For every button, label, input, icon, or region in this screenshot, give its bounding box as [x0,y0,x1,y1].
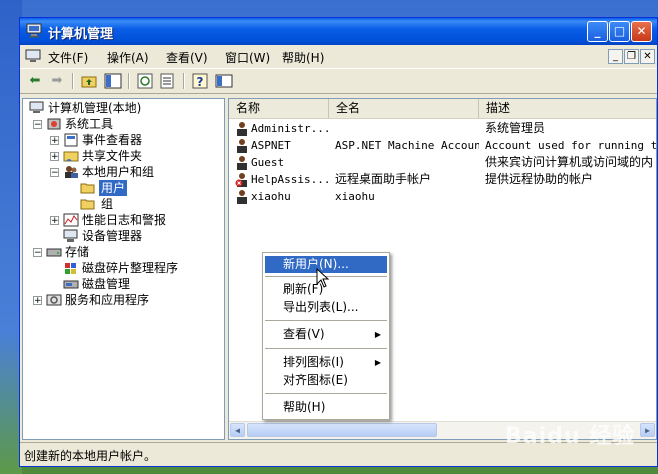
folder-open-icon [80,183,95,194]
table-row[interactable]: xiaohu xiaohu [229,188,656,205]
back-arrow-icon[interactable]: ⬅ [26,72,44,90]
folder-icon [80,199,95,210]
device-manager-icon [63,229,78,242]
status-text: 创建新的本地用户帐户。 [24,449,157,463]
submenu-arrow-icon: ▶ [374,330,381,339]
tree-node-computer-management[interactable]: 计算机管理(本地) [29,100,219,116]
maximize-button[interactable]: □ [609,21,630,42]
tree-node-system-tools[interactable]: 系统工具 [46,116,206,132]
refresh-icon[interactable] [136,72,154,90]
show-hide-tree-icon[interactable] [104,72,122,90]
tree-node-disk-defragmenter[interactable]: 磁盘碎片整理程序 [63,260,223,276]
table-row[interactable]: Administr... 系统管理员 [229,120,656,137]
properties-icon[interactable] [215,72,233,90]
submenu-arrow-icon: ▶ [374,358,381,367]
export-list-icon[interactable] [159,72,177,90]
menu-window[interactable]: 窗口(W) [225,49,270,66]
minimize-icon: _ [594,24,601,38]
expander-minus[interactable]: − [33,120,42,130]
title-bar[interactable]: 计算机管理 _ □ ✕ [20,18,657,45]
users-group-icon [65,166,78,178]
expander-minus[interactable]: − [50,168,59,178]
tree-node-services-applications[interactable]: 服务和应用程序 [46,292,216,308]
scroll-right-button[interactable]: ▶ [640,423,655,437]
tree-node-local-users-groups[interactable]: 本地用户和组 [63,164,213,180]
menu-separator [265,348,387,349]
menu-item-view[interactable]: 查看(V) ▶ [265,326,387,343]
baidu-watermark: Baidu 经验 [505,424,636,449]
close-icon: ✕ [636,24,647,38]
minimize-button[interactable]: _ [587,21,608,42]
maximize-icon: □ [613,24,626,38]
window-title: 计算机管理 [48,27,114,42]
expander-plus[interactable]: + [50,216,59,226]
services-icon [46,294,62,306]
tree-node-shared-folders[interactable]: 共享文件夹 [63,148,213,164]
table-row[interactable]: ASPNET ASP.NET Machine Account Account u… [229,137,656,154]
mdi-close-button[interactable]: ✕ [640,49,655,64]
column-header-name[interactable]: 名称 [229,99,329,118]
performance-icon [63,213,79,227]
tree-node-event-viewer[interactable]: 事件查看器 [63,132,213,148]
menu-bar: 文件(F) 操作(A) 查看(V) 窗口(W) 帮助(H) _ ❐ ✕ [20,46,657,67]
mdi-controls: _ ❐ ✕ [607,48,655,64]
event-viewer-icon [64,133,78,147]
expander-plus[interactable]: + [50,136,59,146]
menu-help[interactable]: 帮助(H) [282,49,324,66]
computer-icon [29,101,44,113]
toolbar-separator [72,73,74,89]
tree-node-groups[interactable]: 组 [80,196,140,212]
computer-management-icon [26,23,42,38]
menu-item-help[interactable]: 帮助(H) [265,399,387,416]
toolbar: ⬅ ➡ ? [20,68,657,94]
column-header-description[interactable]: 描述 [479,99,656,118]
tree-node-storage[interactable]: 存储 [46,244,206,260]
table-row[interactable]: Guest 供来宾访问计算机或访问域的内 [229,154,656,171]
toolbar-separator [128,73,130,89]
up-folder-icon[interactable] [80,72,98,90]
svg-text:?: ? [197,75,204,89]
menu-item-arrange-icons[interactable]: 排列图标(I) ▶ [265,354,387,371]
user-icon [237,190,247,204]
console-tree-pane[interactable]: 计算机管理(本地) − 系统工具 + 事件查看器 + 共享文件夹 − 本地用户和… [22,98,225,440]
expander-plus[interactable]: + [33,296,42,306]
tree-node-device-manager[interactable]: 设备管理器 [63,228,213,244]
tree-node-performance-logs[interactable]: 性能日志和警报 [63,212,213,228]
help-icon[interactable]: ? [191,72,209,90]
table-row[interactable]: HelpAssis... 远程桌面助手帐户 提供远程协助的帐户 [229,171,656,188]
storage-icon [46,248,62,257]
expander-plus[interactable]: + [50,152,59,162]
mouse-cursor-icon [316,268,330,288]
mdi-restore-button[interactable]: ❐ [624,49,639,64]
disabled-user-icon [235,173,247,187]
system-tools-icon [47,118,61,130]
mdi-document-icon[interactable] [25,48,41,64]
expander-minus[interactable]: − [33,248,42,258]
scrollbar-thumb[interactable] [247,423,437,437]
user-icon [237,139,247,153]
user-icon [237,122,247,136]
defrag-icon [65,263,76,274]
shared-folder-icon [63,151,79,162]
menu-file[interactable]: 文件(F) [48,49,88,66]
menu-item-line-up-icons[interactable]: 对齐图标(E) [265,372,387,389]
menu-action[interactable]: 操作(A) [107,49,149,66]
list-header: 名称 全名 描述 [229,99,656,119]
close-button[interactable]: ✕ [631,21,652,42]
forward-arrow-icon[interactable]: ➡ [48,72,66,90]
toolbar-separator [183,73,185,89]
column-header-fullname[interactable]: 全名 [329,99,479,118]
tree-node-disk-management[interactable]: 磁盘管理 [63,276,213,292]
scroll-left-button[interactable]: ◀ [230,423,245,437]
disk-management-icon [63,280,79,289]
mdi-minimize-button[interactable]: _ [608,49,623,64]
menu-view[interactable]: 查看(V) [166,49,208,66]
menu-item-export-list[interactable]: 导出列表(L)... [265,299,387,316]
menu-separator [265,320,387,321]
tree-node-users[interactable]: 用户 [80,180,140,196]
user-icon [237,156,247,170]
menu-separator [265,393,387,394]
